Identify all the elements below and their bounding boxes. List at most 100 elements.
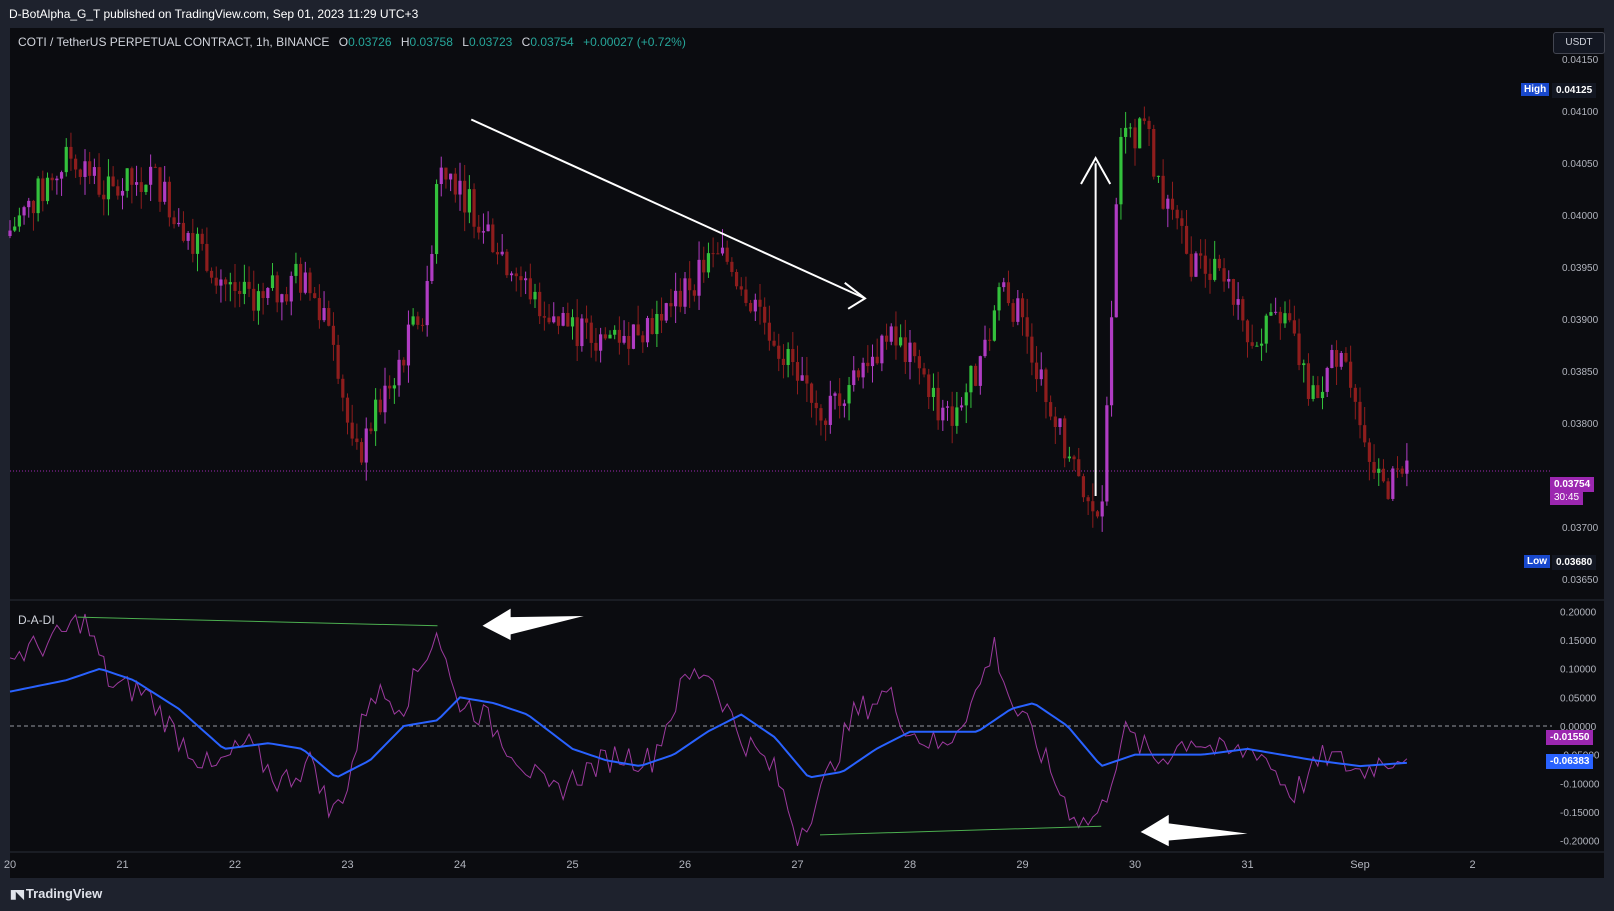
candle-body [561,312,565,326]
candle-body [388,385,392,389]
candle-body [27,200,31,208]
candle-body [224,279,228,285]
tradingview-logo[interactable]: ▮◥ TradingView [10,886,102,901]
candle-body [1227,279,1231,282]
candle-body [434,184,439,255]
candle-body [294,263,298,276]
candle-body [1063,418,1067,459]
candle-body [411,316,415,325]
chart-frame: D-BotAlpha_G_T published on TradingView.… [0,0,1614,911]
candle-body [941,407,945,421]
candle-body [594,342,598,351]
candle-body [158,167,162,202]
close-value: 0.03754 [530,35,574,49]
change-value: +0.00027 (+0.72%) [583,35,686,49]
candle-body [41,178,45,202]
currency-button[interactable]: USDT [1553,32,1605,54]
candle-body [1349,361,1353,388]
candle-body [1119,136,1123,205]
candle-body [1381,468,1386,482]
candle-body [734,271,739,287]
candle-body [144,184,148,193]
candle-body [13,226,17,231]
candle-body [120,190,125,196]
candle-body [1091,501,1095,512]
candle-body [795,362,800,381]
candle-body [392,385,396,389]
candle-body [1067,456,1071,459]
candle-body [744,289,748,303]
signal-value-badge: -0.06383 [1546,754,1594,769]
candle-body [819,408,823,421]
candle-body [917,356,921,369]
candle-body [449,173,453,180]
candle-body [481,231,486,233]
candle-body [125,168,129,191]
candle-body [524,278,528,281]
price-tick-label: 0.03900 [1562,315,1599,326]
candle-body [1311,385,1315,399]
candle-body [884,335,889,342]
candle-body [655,313,659,335]
candle-body [800,375,804,381]
candle-body [359,442,364,463]
candle-body [1217,258,1221,269]
candle-body [1241,299,1245,321]
candle-body [130,168,134,185]
time-tick-label: 20 [4,859,16,871]
time-tick-label: 28 [904,859,916,871]
candle-body [1030,336,1034,363]
candle-body [730,261,734,272]
candle-body [1044,369,1048,403]
candle-body [1128,127,1132,129]
candle-body [374,399,378,432]
candle-body [758,299,762,307]
price-tick-label: 0.03800 [1562,419,1599,430]
candle-body [177,222,181,225]
candle-body [336,344,340,379]
candle-body [200,233,204,244]
candle-body [1100,501,1104,517]
candle-body [1142,118,1146,121]
candle-body [1109,317,1114,406]
candle-body [69,146,73,159]
candle-body [1203,255,1207,274]
candle-body [345,397,350,423]
indicator-axis: 0.200000.150000.100000.050000.00000-0.05… [1560,607,1600,847]
low-value: 0.03723 [468,35,513,49]
candle-body [1049,402,1053,417]
candle-body [308,272,312,294]
candle-body [1034,362,1039,380]
candle-body [303,272,307,293]
candle-body [533,291,537,300]
candle-body [284,294,289,302]
time-tick-label: 21 [116,859,128,871]
trading-chart[interactable]: 0.04150 0.04100 0.04050 0.04000 0.03950 0.039… [0,0,1614,911]
candle-body [927,374,931,398]
candle-body [1297,333,1301,366]
candle-body [631,324,636,349]
candle-body [97,167,101,195]
candle-body [519,276,523,281]
candle-body [369,428,373,432]
countdown-badge: 30:45 [1550,490,1584,505]
candle-body [219,279,223,286]
candle-body [763,306,767,323]
candle-body [622,335,626,343]
candle-body [275,275,279,303]
time-tick-label: 22 [229,859,241,871]
candle-body [955,407,959,426]
candle-body [327,308,331,326]
candle-body [463,180,467,213]
candle-body [1011,303,1015,322]
candle-body [575,317,579,347]
candle-body [702,259,706,273]
candle-body [74,158,78,170]
candle-body [364,428,368,463]
time-tick-label: 23 [341,859,353,871]
candle-body [322,308,326,321]
candle-body [1208,273,1212,280]
candle-body [1339,353,1343,367]
candle-body [650,318,654,335]
candle-body [78,169,82,177]
